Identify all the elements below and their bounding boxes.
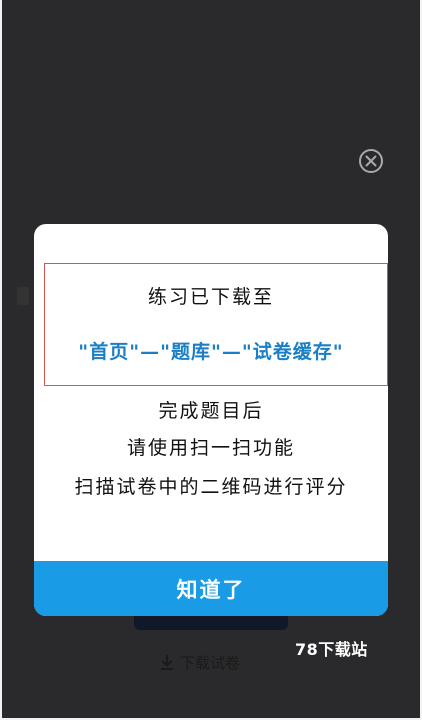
background-download-link: 下载试卷 [160, 650, 240, 674]
watermark: 78下载站 [295, 640, 368, 659]
dialog-instruction-3: 扫描试卷中的二维码进行评分 [74, 476, 348, 498]
dialog-instruction-2: 请使用扫一扫功能 [126, 437, 295, 459]
dialog-message-path: "首页"—"题库"—"试卷缓存" [78, 341, 344, 363]
dialog-message-saved-to: 练习已下载至 [147, 286, 274, 308]
close-icon [365, 155, 377, 167]
close-button[interactable] [359, 149, 383, 173]
background-partial-glyph [17, 287, 29, 305]
download-label: 下载试卷 [180, 653, 241, 672]
dialog-instruction-1: 完成题目后 [158, 400, 264, 422]
download-complete-dialog: 练习已下载至 "首页"—"题库"—"试卷缓存" 完成题目后 请使用扫一扫功能 扫… [34, 224, 388, 616]
download-icon [161, 655, 173, 670]
got-it-button[interactable]: 知道了 [34, 561, 388, 616]
